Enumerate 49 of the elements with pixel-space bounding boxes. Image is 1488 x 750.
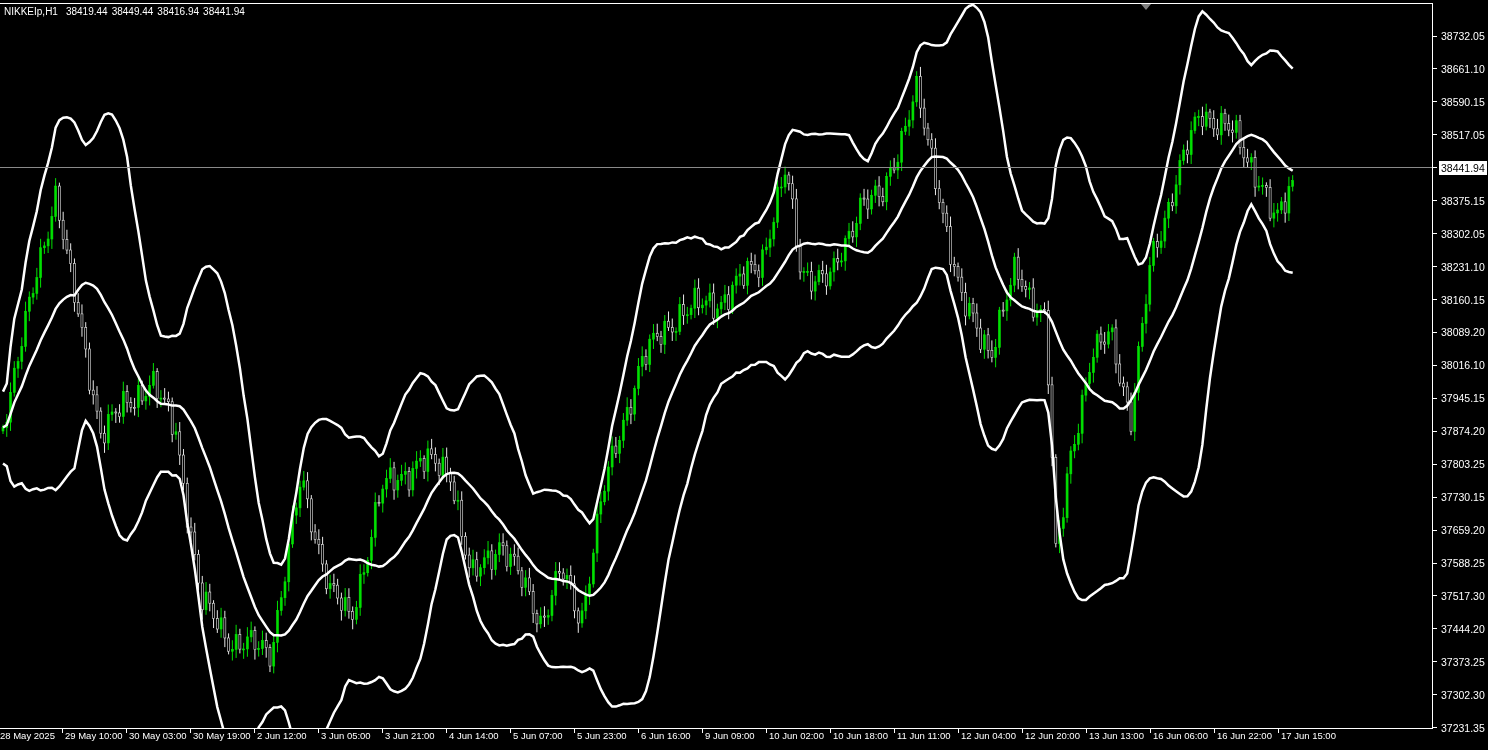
price-label: 38590.15 [1440,94,1486,109]
price-label: 37517.30 [1440,588,1486,603]
symbol-label: NIKKEIp,H1 [4,6,58,17]
time-label: 3 Jun 21:00 [385,729,435,743]
time-label: 2 Jun 12:00 [257,729,307,743]
price-label: 38517.05 [1440,127,1486,142]
time-label: 10 Jun 18:00 [833,729,888,743]
time-label: 17 Jun 15:00 [1281,729,1336,743]
price-label: 38016.10 [1440,358,1486,373]
price-label: 37373.25 [1440,654,1486,669]
price-label: 38732.05 [1440,29,1486,43]
time-label: 5 Jun 23:00 [577,729,627,743]
current-price-label: 38441.94 [1439,160,1487,175]
time-label: 10 Jun 02:00 [769,729,824,743]
price-label: 38375.15 [1440,193,1486,208]
time-label: 11 Jun 11:00 [897,729,951,743]
price-label: 37302.30 [1440,687,1486,702]
price-label: 38160.15 [1440,292,1486,307]
time-label: 30 May 03:00 [129,729,187,743]
price-label: 37945.15 [1440,391,1486,406]
price-label: 37803.25 [1440,457,1486,472]
price-label: 38661.10 [1440,61,1486,76]
time-label: 5 Jun 07:00 [513,729,563,743]
price-label: 38302.05 [1440,226,1486,241]
price-value: 38441.94 [203,6,245,17]
price-label: 37874.20 [1440,424,1486,439]
price-label: 38231.10 [1440,259,1486,274]
time-label: 12 Jun 04:00 [961,729,1016,743]
price-value: 38419.44 [65,6,108,17]
price-label: 37730.15 [1440,490,1486,505]
time-label: 16 Jun 22:00 [1217,729,1272,743]
price-label: 37444.20 [1440,621,1486,636]
price-value: 38416.94 [157,6,200,17]
price-label: 38089.20 [1440,325,1486,340]
time-label: 12 Jun 20:00 [1025,729,1080,743]
price-value: 38449.44 [111,6,154,17]
time-label: 13 Jun 13:00 [1089,729,1144,743]
time-label: 16 Jun 06:00 [1153,729,1208,743]
price-label: 37588.25 [1440,556,1486,570]
time-label: 6 Jun 16:00 [641,729,691,743]
price-label: 37659.20 [1440,523,1486,538]
time-label: 9 Jun 09:00 [705,729,755,743]
time-label: 30 May 19:00 [193,729,251,743]
time-label: 4 Jun 14:00 [449,729,499,743]
time-label: 28 May 2025 [0,729,55,743]
price-label: 37231.35 [1440,720,1486,735]
time-label: 29 May 10:00 [65,729,123,743]
time-label: 3 Jun 05:00 [321,729,371,743]
triangle-icon [1141,4,1151,10]
